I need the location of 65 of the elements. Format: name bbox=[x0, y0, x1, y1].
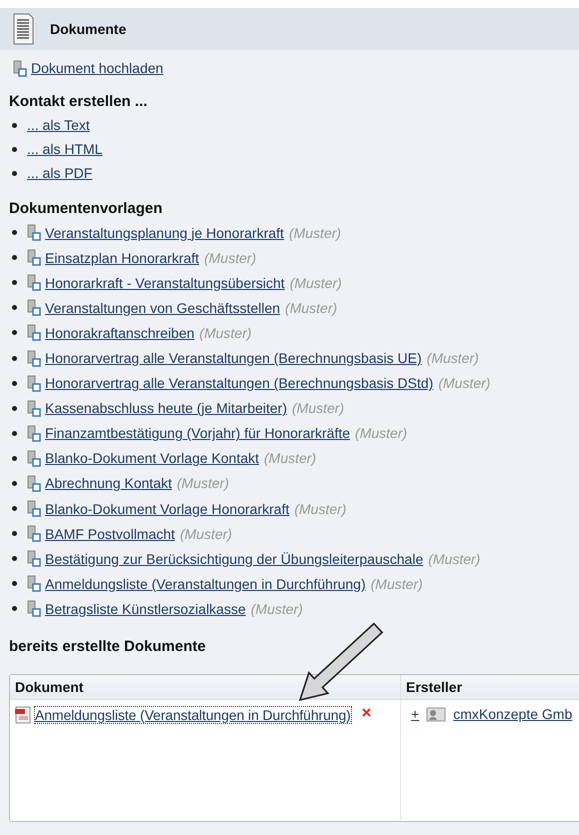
document-icon bbox=[27, 299, 41, 316]
template-note: (Muster) bbox=[355, 425, 408, 442]
template-link[interactable]: Honorarkraft - Veranstaltungsübersicht bbox=[45, 274, 285, 291]
template-link[interactable]: Honorarvertrag alle Veranstaltungen (Berechnungsbasis UE) bbox=[45, 350, 422, 366]
document-icon bbox=[27, 400, 41, 417]
document-icon bbox=[27, 324, 41, 342]
template-note: (Muster) bbox=[294, 500, 346, 517]
contact-link[interactable]: ... als Text bbox=[27, 117, 90, 133]
document-icon bbox=[27, 575, 41, 592]
section-heading: bereits erstellte Dokumente bbox=[9, 638, 207, 656]
section-heading: Dokumentenvorlagen bbox=[9, 200, 164, 219]
template-note: (Muster) bbox=[264, 450, 316, 466]
document-icon bbox=[27, 474, 41, 492]
document-icon bbox=[27, 525, 41, 542]
template-link[interactable]: Blanko-Dokument Vorlage Honorarkraft bbox=[45, 500, 290, 517]
template-link[interactable]: Blanko-Dokument Vorlage Kontakt bbox=[45, 450, 260, 466]
column-header: Ersteller bbox=[405, 678, 462, 696]
template-note: (Muster) bbox=[176, 475, 229, 492]
template-note: (Muster) bbox=[290, 274, 342, 291]
pdf-icon bbox=[14, 706, 32, 724]
template-link[interactable]: Bestätigung zur Berücksichtigung der Übungsleiterpauschale bbox=[45, 550, 424, 567]
template-link[interactable]: Honorakraftanschreiben bbox=[45, 324, 194, 341]
document-icon bbox=[12, 13, 34, 45]
document-icon bbox=[27, 224, 41, 242]
template-note: (Muster) bbox=[426, 350, 479, 366]
template-note: (Muster) bbox=[438, 375, 490, 392]
template-link[interactable]: Veranstaltungsplanung je Honorarkraft bbox=[45, 224, 284, 241]
template-link[interactable]: Finanzamtbestätigung (Vorjahr) für Honorarkräfte bbox=[45, 425, 350, 442]
document-icon bbox=[27, 274, 41, 292]
document-icon bbox=[13, 60, 27, 76]
document-icon bbox=[27, 500, 41, 518]
template-link[interactable]: Veranstaltungen von Geschäftsstellen bbox=[45, 300, 280, 316]
template-note: (Muster) bbox=[180, 526, 232, 542]
template-note: (Muster) bbox=[285, 300, 338, 316]
contact-link[interactable]: ... als HTML bbox=[27, 141, 102, 157]
header-title: Dokumente bbox=[50, 21, 126, 37]
document-icon bbox=[27, 374, 41, 392]
document-icon bbox=[27, 450, 41, 467]
document-icon bbox=[27, 424, 41, 442]
contact-card-icon bbox=[426, 706, 446, 722]
document-icon bbox=[27, 350, 41, 367]
upload-link[interactable]: Dokument hochladen bbox=[31, 60, 164, 76]
expand-link[interactable]: + bbox=[411, 706, 420, 722]
contact-link[interactable]: ... als PDF bbox=[27, 165, 92, 181]
section-heading: Kontakt erstellen ... bbox=[9, 93, 148, 112]
template-link[interactable]: Kassenabschluss heute (je Mitarbeiter) bbox=[45, 400, 288, 416]
template-note: (Muster) bbox=[288, 224, 342, 241]
template-note: (Muster) bbox=[370, 576, 423, 592]
template-link[interactable]: Betragsliste Künstlersozialkasse bbox=[45, 600, 246, 617]
document-icon bbox=[27, 550, 41, 568]
template-note: (Muster) bbox=[428, 550, 480, 567]
document-link[interactable]: Anmeldungsliste (Veranstaltungen in Durchführung) bbox=[35, 706, 351, 722]
delete-icon[interactable] bbox=[362, 708, 371, 716]
template-link[interactable]: Einsatzplan Honorarkraft bbox=[45, 250, 200, 266]
creator-link[interactable]: cmxKonzepte Gmb bbox=[453, 706, 572, 722]
template-note: (Muster) bbox=[292, 400, 344, 416]
template-link[interactable]: Abrechnung Kontakt bbox=[45, 475, 172, 492]
template-note: (Muster) bbox=[250, 600, 303, 617]
template-link[interactable]: Anmeldungsliste (Veranstaltungen in Durchführung) bbox=[45, 576, 366, 592]
template-note: (Muster) bbox=[204, 250, 256, 266]
template-note: (Muster) bbox=[199, 324, 252, 341]
document-icon bbox=[27, 249, 41, 266]
document-icon bbox=[27, 600, 41, 618]
template-link[interactable]: Honorarvertrag alle Veranstaltungen (Berechnungsbasis DStd) bbox=[45, 375, 434, 392]
template-link[interactable]: BAMF Postvollmacht bbox=[45, 526, 175, 542]
